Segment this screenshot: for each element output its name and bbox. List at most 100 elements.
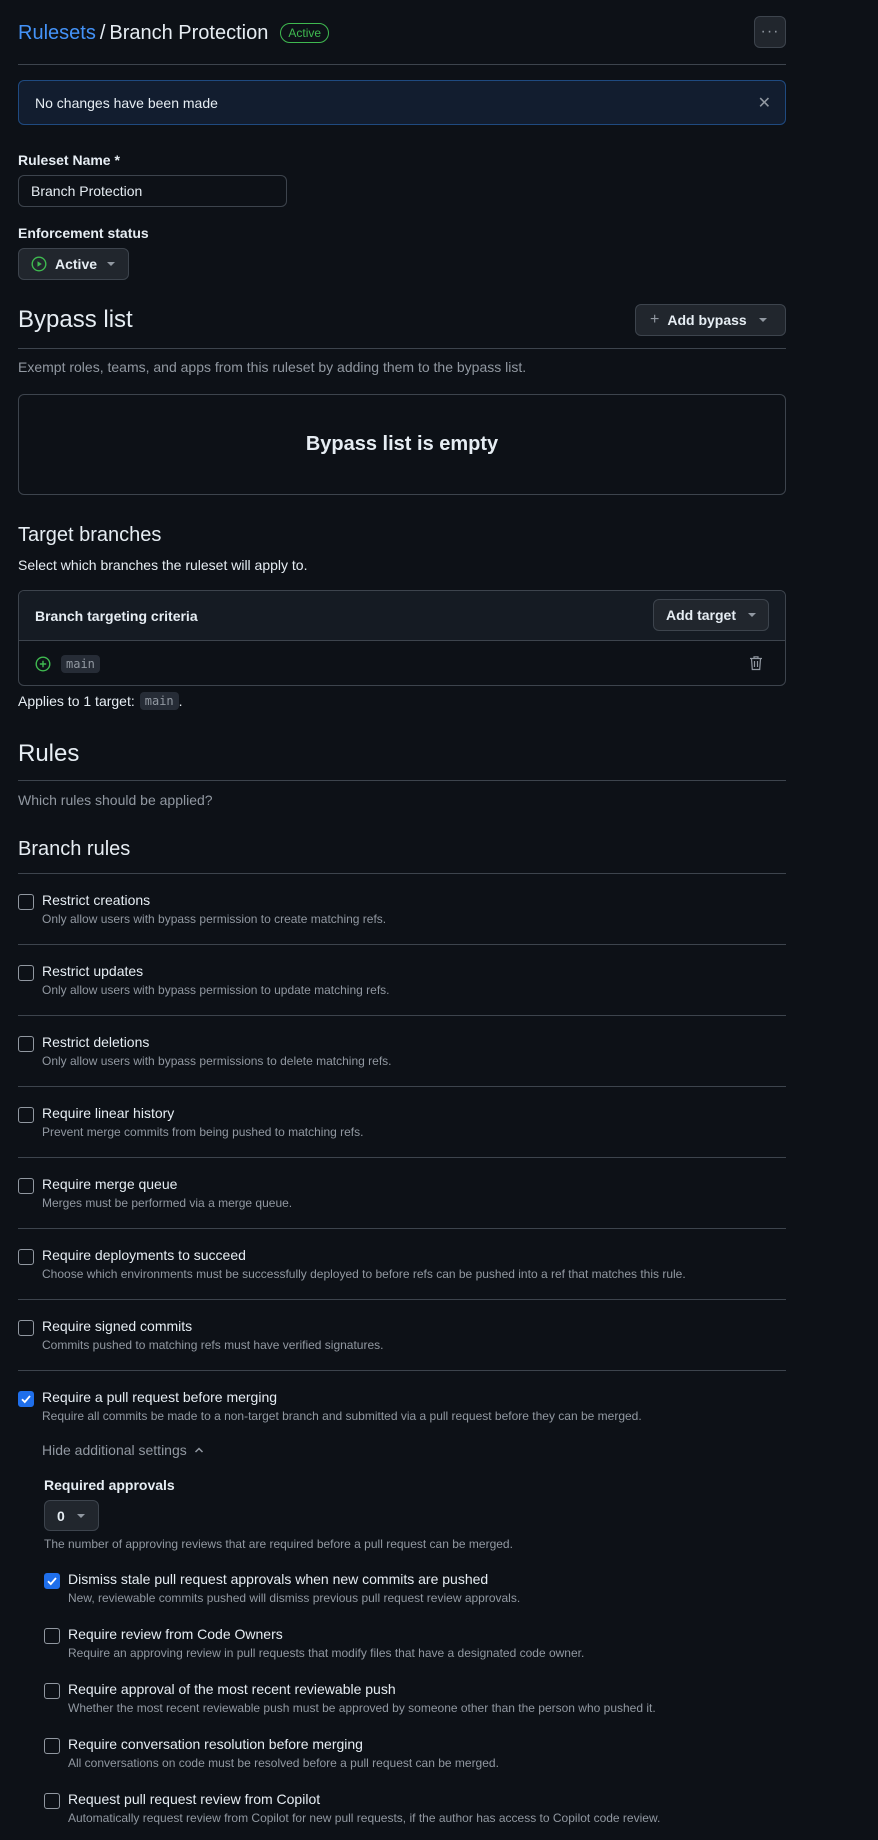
hide-additional-settings-toggle[interactable]: Hide additional settings: [42, 1442, 205, 1458]
chevron-down-icon: [76, 1513, 85, 1518]
rule-description: Only allow users with bypass permission …: [42, 912, 387, 926]
rules-divider: [18, 780, 786, 781]
rule-checkbox-checked[interactable]: [18, 1391, 34, 1407]
add-target-button[interactable]: Add target: [653, 599, 769, 631]
breadcrumb-separator: /: [99, 21, 106, 44]
rule-description: Merges must be performed via a merge que…: [42, 1196, 293, 1210]
pr-option-description: Whether the most recent reviewable push …: [68, 1701, 656, 1715]
pr-option-item: Require conversation resolution before m…: [44, 1736, 786, 1776]
rule-checkbox[interactable]: [18, 1249, 34, 1265]
pr-option-item: Require approval of the most recent revi…: [44, 1681, 786, 1721]
branch-rules-divider: [18, 873, 786, 874]
rule-title: Require signed commits: [42, 1318, 193, 1334]
pr-option-checkbox[interactable]: [44, 1628, 60, 1644]
pr-option-title: Dismiss stale pull request approvals whe…: [68, 1571, 489, 1587]
pr-option-description: New, reviewable commits pushed will dism…: [68, 1591, 521, 1605]
pr-option-checkbox[interactable]: [44, 1738, 60, 1754]
branch-targeting-header: Branch targeting criteria Add target: [19, 591, 785, 641]
rule-item: Require merge queue Merges must be perfo…: [18, 1176, 786, 1216]
check-icon: [21, 1395, 31, 1404]
flash-banner: No changes have been made ✕: [18, 80, 786, 125]
rule-title: Require a pull request before merging: [42, 1389, 278, 1405]
rule-item: Require linear history Prevent merge com…: [18, 1105, 786, 1145]
enforcement-status-label: Enforcement status: [18, 225, 149, 241]
rule-checkbox[interactable]: [18, 1036, 34, 1052]
pr-option-title: Require approval of the most recent revi…: [68, 1681, 396, 1697]
required-approvals-dropdown[interactable]: 0: [44, 1500, 99, 1531]
plus-circle-icon: [35, 655, 51, 672]
rules-description: Which rules should be applied?: [18, 792, 213, 808]
pr-option-checkbox[interactable]: [44, 1793, 60, 1809]
check-icon: [47, 1577, 57, 1586]
plus-icon: +: [650, 311, 660, 328]
add-target-label: Add target: [666, 607, 736, 623]
target-row: main: [19, 641, 785, 685]
flash-message: No changes have been made: [35, 94, 218, 111]
required-approvals-value: 0: [57, 1507, 65, 1524]
rule-item: Require a pull request before merging Re…: [18, 1389, 786, 1429]
bypass-empty-text: Bypass list is empty: [305, 433, 499, 455]
pr-option-checkbox-checked[interactable]: [44, 1573, 60, 1589]
rule-divider: [18, 1157, 786, 1158]
rule-item: Restrict updates Only allow users with b…: [18, 963, 786, 1003]
pr-option-item: Request pull request review from Copilot…: [44, 1791, 786, 1831]
applies-suffix: .: [178, 693, 183, 709]
trash-icon[interactable]: [749, 655, 763, 671]
bypass-list-heading: Bypass list: [18, 306, 133, 333]
rule-title: Require linear history: [42, 1105, 175, 1121]
rule-item: Restrict creations Only allow users with…: [18, 892, 786, 932]
rule-checkbox[interactable]: [18, 965, 34, 981]
rule-title: Require deployments to succeed: [42, 1247, 246, 1263]
ruleset-name-input[interactable]: Branch Protection: [18, 175, 287, 207]
branch-rules-heading: Branch rules: [18, 838, 131, 860]
target-branches-description: Select which branches the ruleset will a…: [18, 557, 308, 573]
rule-divider: [18, 1015, 786, 1016]
pr-option-title: Require review from Code Owners: [68, 1626, 283, 1642]
rule-divider: [18, 1086, 786, 1087]
rule-title: Require merge queue: [42, 1176, 178, 1192]
breadcrumb-rulesets-link[interactable]: Rulesets: [18, 22, 96, 45]
header-divider: [18, 64, 786, 65]
pr-option-checkbox[interactable]: [44, 1683, 60, 1699]
rule-description: Choose which environments must be succes…: [42, 1267, 686, 1281]
add-bypass-button[interactable]: + Add bypass: [635, 304, 786, 336]
branch-targeting-box: Branch targeting criteria Add target mai…: [18, 590, 786, 686]
rule-divider: [18, 1228, 786, 1229]
pr-option-description: Require an approving review in pull requ…: [68, 1646, 585, 1660]
ruleset-name-value: Branch Protection: [31, 183, 143, 199]
applies-to-summary: Applies to 1 target: main .: [18, 692, 183, 710]
chevron-down-icon: [748, 613, 756, 617]
chevron-down-icon: [758, 318, 767, 322]
rule-item: Require signed commits Commits pushed to…: [18, 1318, 786, 1358]
rule-title: Restrict creations: [42, 892, 151, 908]
rule-checkbox[interactable]: [18, 1178, 34, 1194]
pr-option-item: Require review from Code Owners Require …: [44, 1626, 786, 1666]
target-branches-heading: Target branches: [18, 524, 162, 546]
bypass-empty-state: Bypass list is empty: [18, 394, 786, 495]
rule-checkbox[interactable]: [18, 1320, 34, 1336]
rule-title: Restrict updates: [42, 963, 144, 979]
ruleset-name-label: Ruleset Name *: [18, 152, 120, 168]
bypass-divider: [18, 348, 786, 349]
play-circle-icon: [31, 256, 47, 272]
pr-option-title: Require conversation resolution before m…: [68, 1736, 363, 1752]
rule-description: Commits pushed to matching refs must hav…: [42, 1338, 384, 1352]
pr-option-item: Dismiss stale pull request approvals whe…: [44, 1571, 786, 1611]
rules-heading: Rules: [18, 740, 80, 767]
pr-option-title: Request pull request review from Copilot: [68, 1791, 321, 1807]
status-badge: Active: [280, 23, 330, 43]
required-approvals-label: Required approvals: [44, 1477, 175, 1493]
branch-targeting-title: Branch targeting criteria: [35, 607, 198, 624]
kebab-horizontal-icon: ···: [760, 23, 780, 40]
x-icon[interactable]: ✕: [758, 93, 771, 113]
rule-checkbox[interactable]: [18, 894, 34, 910]
bypass-description: Exempt roles, teams, and apps from this …: [18, 359, 527, 375]
more-options-button[interactable]: ···: [754, 16, 786, 48]
enforcement-status-dropdown[interactable]: Active: [18, 248, 129, 280]
rule-divider: [18, 944, 786, 945]
chevron-up-icon: [194, 1447, 203, 1453]
hide-settings-label: Hide additional settings: [42, 1442, 187, 1458]
rule-item: Restrict deletions Only allow users with…: [18, 1034, 786, 1074]
rule-divider: [18, 1299, 786, 1300]
rule-checkbox[interactable]: [18, 1107, 34, 1123]
